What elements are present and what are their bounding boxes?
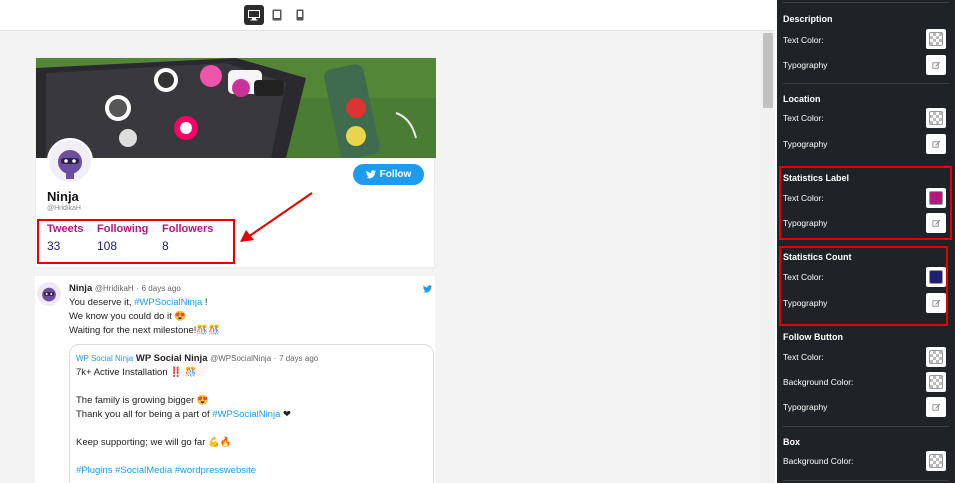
profile-handle: @HridikaH <box>47 205 81 212</box>
location-typography-label: Typography <box>783 139 828 149</box>
desktop-icon <box>248 9 260 20</box>
quote-avatar-alt: WP Social Ninja <box>76 354 134 363</box>
edit-icon <box>931 140 940 148</box>
location-text-color-picker[interactable] <box>926 108 946 128</box>
edit-icon <box>931 403 940 411</box>
annotation-arrow <box>240 192 313 242</box>
cover-photo <box>36 58 436 158</box>
description-text-color-label: Text Color: <box>783 35 824 45</box>
description-title: Description <box>783 14 833 24</box>
tweet-avatar <box>37 282 61 306</box>
tweet-time[interactable]: 6 days ago <box>142 284 181 293</box>
follow-button-bg-color-picker[interactable] <box>926 372 946 392</box>
hashtag-link[interactable]: #WPSocialNinja <box>134 297 202 308</box>
location-title: Location <box>783 94 821 104</box>
follow-button-title: Follow Button <box>783 332 843 342</box>
quote-line-3: Thank you all for being a part of #WPSoc… <box>76 409 291 420</box>
quote-header: WP Social Ninja WP Social Ninja @WPSocia… <box>76 353 319 364</box>
edit-icon <box>931 61 940 69</box>
mobile-view-button[interactable] <box>290 5 310 25</box>
mobile-icon <box>296 9 304 21</box>
quote-handle[interactable]: @WPSocialNinja <box>210 354 271 363</box>
twitter-bird-icon <box>365 170 376 179</box>
device-toolbar <box>0 0 775 31</box>
follow-button-typography-label: Typography <box>783 402 828 412</box>
quote-hashtag-link[interactable]: #WPSocialNinja <box>212 409 280 420</box>
quote-author[interactable]: WP Social Ninja <box>136 353 208 364</box>
profile-name: Ninja <box>47 189 79 204</box>
description-typography-label: Typography <box>783 60 828 70</box>
tweet-handle[interactable]: @HridikaH <box>95 284 134 293</box>
tablet-view-button[interactable] <box>267 5 287 25</box>
box-bg-color-label: Background Color: <box>783 456 854 466</box>
follow-button-text-color-label: Text Color: <box>783 352 824 362</box>
quoted-tweet[interactable]: WP Social Ninja WP Social Ninja @WPSocia… <box>69 344 434 483</box>
tablet-icon <box>272 9 282 21</box>
statistics-count-highlight <box>779 246 948 326</box>
preview-area: Follow Ninja @HridikaH Tweets Following … <box>0 0 775 483</box>
quote-line-4: Keep supporting; we will go far 💪🔥 <box>76 437 232 448</box>
tweet-line-2: We know you could do it 😍 <box>69 311 187 322</box>
tweet-header: Ninja @HridikaH · 6 days ago <box>69 283 181 294</box>
scrollbar-thumb[interactable] <box>763 33 773 108</box>
style-settings-panel: Description Text Color: Typography Locat… <box>777 0 955 483</box>
box-title: Box <box>783 437 801 447</box>
quote-line-2: The family is growing bigger 😍 <box>76 395 209 406</box>
tweet-author[interactable]: Ninja <box>69 283 92 294</box>
profile-avatar <box>47 138 93 184</box>
tweet-line-3: Waiting for the next milestone!🎊🎊 <box>69 325 221 336</box>
box-bg-color-picker[interactable] <box>926 451 946 471</box>
location-typography-button[interactable] <box>926 134 946 154</box>
follow-button-typography-button[interactable] <box>926 397 946 417</box>
stats-highlight-box <box>37 219 235 264</box>
follow-button-text-color-picker[interactable] <box>926 347 946 367</box>
quote-hashtags[interactable]: #Plugins #SocialMedia #wordpresswebsite <box>76 465 256 476</box>
quote-line-1: 7k+ Active Installation ‼️ 🎊 <box>76 367 197 378</box>
location-text-color-label: Text Color: <box>783 113 824 123</box>
follow-button-bg-color-label: Background Color: <box>783 377 854 387</box>
description-text-color-picker[interactable] <box>926 29 946 49</box>
quote-time[interactable]: 7 days ago <box>279 354 318 363</box>
tweet-line-1: You deserve it, #WPSocialNinja ! <box>69 297 208 308</box>
statistics-label-highlight <box>779 166 952 240</box>
desktop-view-button[interactable] <box>244 5 264 25</box>
follow-button[interactable]: Follow <box>353 164 424 185</box>
twitter-icon[interactable] <box>423 285 432 293</box>
follow-label: Follow <box>379 169 412 180</box>
description-typography-button[interactable] <box>926 55 946 75</box>
tweet-feed: Ninja @HridikaH · 6 days ago You deserve… <box>35 276 435 483</box>
